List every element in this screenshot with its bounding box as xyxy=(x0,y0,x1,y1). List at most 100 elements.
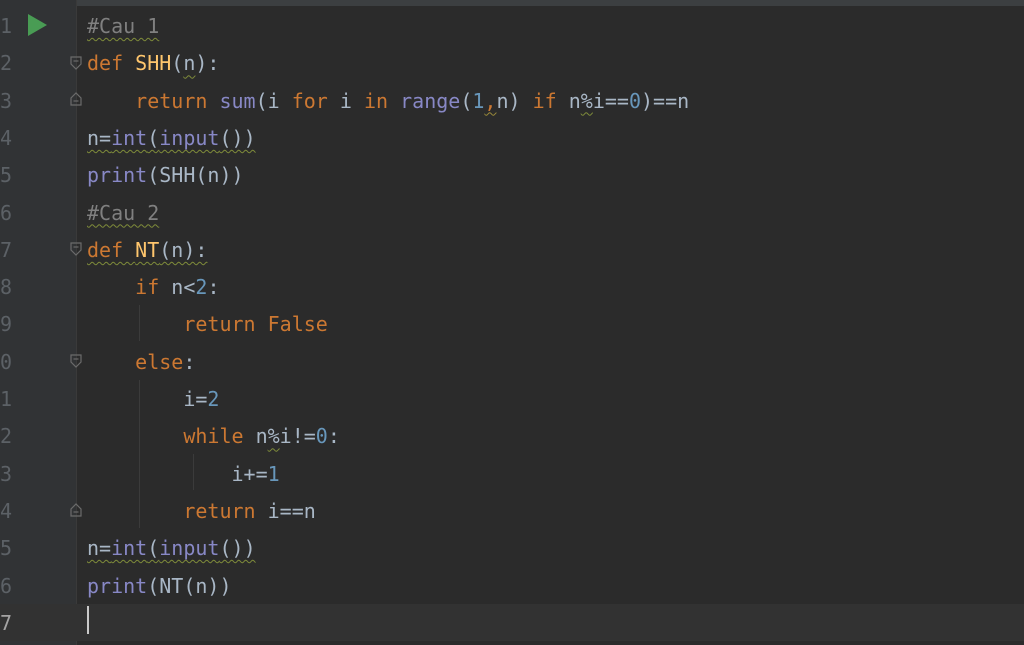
code-line[interactable]: 3 return sum(i for i in range(1,n) if n%… xyxy=(0,82,1024,119)
line-number: 7 xyxy=(0,610,13,635)
code-token: n xyxy=(255,424,268,449)
code-line[interactable]: 4 n=int(input()) xyxy=(0,119,1024,156)
text-cursor xyxy=(87,606,89,634)
code-text[interactable]: n=int(input()) xyxy=(87,535,256,561)
editor-top-strip xyxy=(0,0,1024,6)
code-token: n) xyxy=(496,88,533,113)
line-number: 1 xyxy=(0,387,13,411)
code-line[interactable]: 4 return i==n xyxy=(0,492,1024,529)
fold-marker-icon[interactable] xyxy=(70,354,82,368)
code-token: range xyxy=(400,88,461,113)
code-line[interactable]: 2 def SHH(n): xyxy=(0,44,1024,81)
code-token: 2 xyxy=(207,387,220,411)
code-text[interactable]: #Cau 2 xyxy=(87,200,159,226)
code-token: i!= xyxy=(279,424,316,449)
code-text[interactable]: return False xyxy=(87,311,328,337)
code-token: def xyxy=(87,237,136,262)
line-number: 6 xyxy=(0,200,13,225)
code-text[interactable]: return i==n xyxy=(87,498,315,524)
code-line[interactable]: 7 xyxy=(0,603,1024,641)
code-token: print xyxy=(87,163,148,188)
code-line[interactable]: 1 #Cau 1 xyxy=(0,7,1024,44)
code-text[interactable]: if n<2: xyxy=(87,274,219,300)
code-token: 0 xyxy=(628,88,641,113)
code-text[interactable]: i+=1 xyxy=(87,461,280,487)
code-token: ( xyxy=(147,125,160,150)
code-token: NT xyxy=(135,237,160,262)
code-token: i+= xyxy=(231,461,268,486)
code-text[interactable]: def SHH(n): xyxy=(87,50,219,76)
run-gutter-icon[interactable] xyxy=(28,14,47,36)
code-token: : xyxy=(207,275,220,300)
code-token: return xyxy=(183,312,268,337)
code-token: n< xyxy=(171,275,196,300)
line-number: 3 xyxy=(0,461,13,486)
code-line[interactable]: 8 if n<2: xyxy=(0,268,1024,305)
code-line[interactable]: 5 n=int(input()) xyxy=(0,529,1024,566)
line-number: 6 xyxy=(0,573,13,598)
code-token: n= xyxy=(87,125,112,150)
code-token: 1 xyxy=(267,461,280,486)
code-text[interactable]: else: xyxy=(87,349,195,375)
fold-marker-icon[interactable] xyxy=(70,56,82,70)
code-token: i xyxy=(339,88,364,113)
code-token: else xyxy=(135,349,184,374)
code-token: (i xyxy=(255,88,292,113)
code-token: while xyxy=(183,424,256,449)
code-text[interactable]: #Cau 1 xyxy=(87,13,159,39)
code-line[interactable]: 2 while n%i!=0: xyxy=(0,417,1024,454)
code-token: % xyxy=(580,88,593,113)
indent-guide xyxy=(139,380,140,528)
code-token: i== xyxy=(592,88,629,113)
code-token: int xyxy=(111,125,148,150)
code-text[interactable]: n=int(input()) xyxy=(87,125,256,151)
code-line[interactable]: 6 print(NT(n)) xyxy=(0,567,1024,604)
code-text[interactable]: i=2 xyxy=(87,386,219,412)
code-text[interactable]: return sum(i for i in range(1,n) if n%i=… xyxy=(87,88,689,114)
code-text[interactable]: print(SHH(n)) xyxy=(87,162,244,188)
code-text[interactable]: while n%i!=0: xyxy=(87,423,340,449)
code-token: 2 xyxy=(195,275,208,300)
fold-end-marker-icon[interactable] xyxy=(70,503,82,517)
code-token: ()) xyxy=(219,125,256,150)
code-token: 1 xyxy=(472,88,485,113)
code-token: #Cau 2 xyxy=(87,200,160,225)
code-token: for xyxy=(291,88,340,113)
code-line[interactable]: 5 print(SHH(n)) xyxy=(0,156,1024,193)
code-token: n= xyxy=(87,536,112,561)
code-token: if xyxy=(135,275,172,300)
code-token: 0 xyxy=(315,424,328,449)
line-number: 8 xyxy=(0,275,13,300)
code-token: input xyxy=(159,536,220,561)
code-token: return xyxy=(135,88,220,113)
code-token: n xyxy=(183,51,196,76)
code-line[interactable]: 9 return False xyxy=(0,305,1024,342)
code-editor[interactable]: 1 #Cau 1 2 def SHH(n): 3 return sum(i for i … xyxy=(0,0,1024,645)
line-number: 2 xyxy=(0,51,13,76)
code-token: ( xyxy=(460,88,473,113)
code-line[interactable]: 3 i+=1 xyxy=(0,455,1024,492)
code-text[interactable]: def NT(n): xyxy=(87,237,207,263)
code-token: print xyxy=(87,573,148,598)
code-token: (SHH(n)) xyxy=(147,163,244,188)
code-token: input xyxy=(159,125,220,150)
code-line[interactable]: 7 def NT(n): xyxy=(0,231,1024,268)
code-token: return xyxy=(183,498,268,523)
code-token: (NT(n)) xyxy=(147,573,232,598)
code-token: int xyxy=(111,536,148,561)
code-line[interactable]: 6 #Cau 2 xyxy=(0,194,1024,231)
fold-marker-icon[interactable] xyxy=(70,242,82,256)
line-number: 7 xyxy=(0,237,13,262)
fold-end-marker-icon[interactable] xyxy=(70,92,82,106)
code-token: ()) xyxy=(219,536,256,561)
code-text[interactable]: print(NT(n)) xyxy=(87,573,232,599)
code-line[interactable]: 0 else: xyxy=(0,343,1024,380)
line-number: 1 xyxy=(0,14,13,38)
indent-guide xyxy=(139,305,140,341)
code-token: in xyxy=(363,88,401,113)
code-line[interactable]: 1 i=2 xyxy=(0,380,1024,417)
